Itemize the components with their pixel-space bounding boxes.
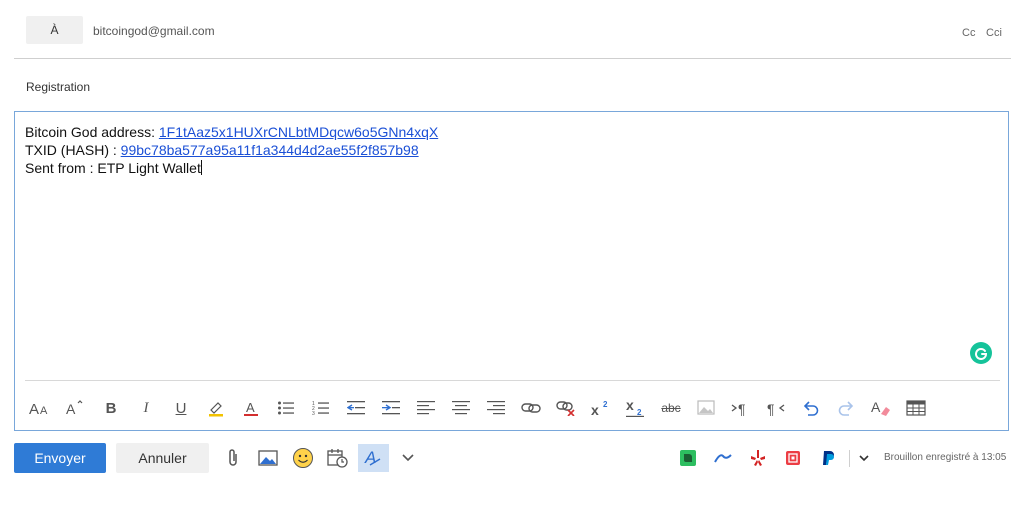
svg-text:A: A [40, 405, 48, 416]
superscript-icon[interactable]: x2 [587, 395, 615, 421]
svg-text:x: x [591, 402, 599, 416]
to-label: À [50, 23, 59, 37]
cancel-label: Annuler [138, 450, 187, 466]
schedule-icon[interactable] [326, 446, 350, 470]
send-button[interactable]: Envoyer [14, 443, 106, 473]
align-center-icon[interactable] [447, 395, 475, 421]
clear-formatting-icon[interactable]: A [867, 395, 895, 421]
cancel-button[interactable]: Annuler [116, 443, 209, 473]
svg-text:A: A [246, 400, 255, 415]
svg-text:¶: ¶ [738, 401, 746, 416]
message-body[interactable]: Bitcoin God address: 1F1tAaz5x1HUXrCNLbt… [14, 111, 1009, 431]
format-toggle-icon[interactable]: A [358, 444, 389, 472]
toolbar-divider [25, 380, 1000, 381]
svg-text:A: A [871, 399, 881, 415]
yelp-icon[interactable] [746, 446, 770, 470]
insert-image-icon[interactable] [256, 446, 280, 470]
decrease-indent-icon[interactable] [342, 395, 370, 421]
message-text[interactable]: Bitcoin God address: 1F1tAaz5x1HUXrCNLbt… [25, 123, 438, 177]
remove-link-icon[interactable] [552, 395, 580, 421]
svg-text:3: 3 [312, 411, 315, 416]
body-line-1: Bitcoin God address: 1F1tAaz5x1HUXrCNLbt… [25, 124, 439, 140]
paypal-icon[interactable] [816, 446, 840, 470]
addins-chevron-icon[interactable] [852, 446, 876, 470]
to-button[interactable]: À [26, 16, 83, 44]
redo-icon[interactable] [832, 395, 860, 421]
address-link[interactable]: 1F1tAaz5x1HUXrCNLbtMDqcw6o5GNn4xqX [159, 124, 438, 140]
wunderlist-icon[interactable] [711, 446, 735, 470]
header-divider [14, 58, 1011, 59]
svg-text:A: A [66, 401, 76, 416]
svg-text:2: 2 [603, 400, 608, 409]
grow-font-icon[interactable]: A [61, 395, 89, 421]
font-size-icon[interactable]: AA [26, 395, 54, 421]
font-color-icon[interactable]: A [237, 395, 265, 421]
increase-indent-icon[interactable] [377, 395, 405, 421]
insert-link-icon[interactable] [517, 395, 545, 421]
align-right-icon[interactable] [482, 395, 510, 421]
picture-icon[interactable] [692, 395, 720, 421]
strikethrough-icon[interactable]: abc [657, 395, 685, 421]
text-caret [200, 160, 202, 175]
numbered-list-icon[interactable]: 123 [307, 395, 335, 421]
svg-text:x: x [626, 399, 634, 413]
bold-icon[interactable]: B [97, 395, 125, 421]
undo-icon[interactable] [797, 395, 825, 421]
attach-icon[interactable] [221, 446, 245, 470]
italic-icon[interactable]: I [132, 395, 160, 421]
rtl-icon[interactable]: ¶ [762, 395, 790, 421]
subject-field[interactable]: Registration [26, 80, 90, 94]
to-recipient[interactable]: bitcoingod@gmail.com [93, 24, 215, 38]
subscript-icon[interactable]: x2 [622, 395, 650, 421]
emoji-icon[interactable] [291, 446, 315, 470]
insert-table-icon[interactable] [902, 395, 930, 421]
txid-link[interactable]: 99bc78ba577a95a11f1a344d4d2ae55f2f857b98 [121, 142, 419, 158]
more-options-chevron-icon[interactable] [396, 446, 420, 470]
gif-icon[interactable] [781, 446, 805, 470]
body-line-2: TXID (HASH) : 99bc78ba577a95a11f1a344d4d… [25, 142, 419, 158]
bullet-list-icon[interactable] [272, 395, 300, 421]
evernote-icon[interactable] [676, 446, 700, 470]
svg-text:A: A [29, 401, 39, 416]
body-line-3: Sent from : ETP Light Wallet [25, 160, 202, 176]
svg-text:2: 2 [637, 408, 642, 417]
underline-icon[interactable]: U [167, 395, 195, 421]
cci-link[interactable]: Cci [986, 27, 1002, 39]
send-label: Envoyer [34, 450, 86, 466]
draft-status: Brouillon enregistré à 13:05 [884, 452, 1007, 463]
highlight-icon[interactable] [202, 395, 230, 421]
addins-divider [849, 450, 850, 467]
ltr-icon[interactable]: ¶ [727, 395, 755, 421]
cc-link[interactable]: Cc [962, 27, 975, 39]
svg-text:¶: ¶ [767, 401, 775, 416]
align-left-icon[interactable] [412, 395, 440, 421]
grammarly-icon[interactable] [970, 342, 992, 364]
